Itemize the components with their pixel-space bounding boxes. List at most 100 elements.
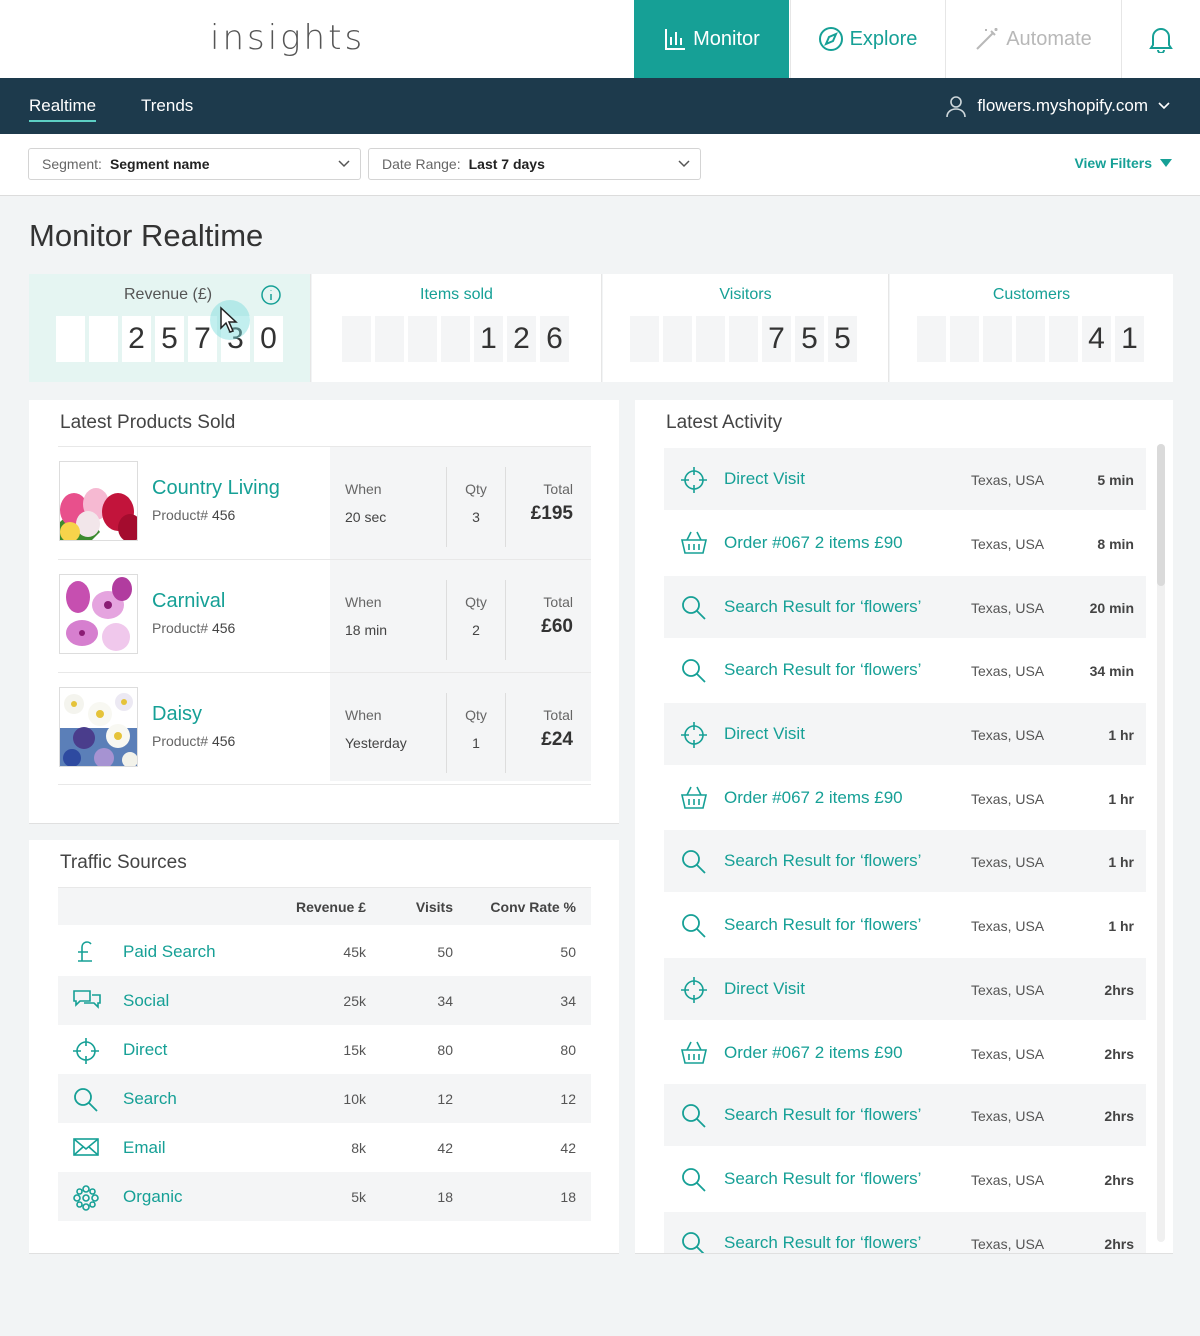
- activity-row[interactable]: Direct Visit Texas, USA 2hrs: [664, 958, 1146, 1020]
- activity-title[interactable]: Search Result for ‘flowers’: [724, 597, 921, 617]
- tab-realtime[interactable]: Realtime: [29, 96, 97, 122]
- view-filters-button[interactable]: View Filters: [1074, 155, 1172, 171]
- nav-automate[interactable]: Automate: [945, 0, 1120, 78]
- activity-title[interactable]: Search Result for ‘flowers’: [724, 851, 921, 871]
- activity-title[interactable]: Direct Visit: [724, 724, 805, 744]
- notifications-button[interactable]: [1121, 0, 1200, 78]
- traffic-source-name[interactable]: Paid Search: [123, 942, 216, 962]
- activity-row[interactable]: Direct Visit Texas, USA 5 min: [664, 448, 1146, 510]
- column-conv-rate: Conv Rate %: [490, 899, 576, 915]
- segment-select[interactable]: Segment: Segment name: [28, 148, 361, 180]
- activity-title[interactable]: Search Result for ‘flowers’: [724, 660, 921, 680]
- when-column: When 20 sec: [345, 463, 445, 543]
- activity-scrollbar[interactable]: [1157, 444, 1165, 1242]
- product-name[interactable]: Daisy: [152, 703, 202, 726]
- product-row[interactable]: Daisy Product# 456 When Yesterday Qty 1 …: [58, 672, 591, 785]
- when-label: When: [345, 707, 382, 723]
- search-icon: [680, 1166, 708, 1194]
- product-number: Product# 456: [152, 620, 235, 636]
- traffic-row[interactable]: Organic 5k 18 18: [58, 1172, 591, 1221]
- activity-title[interactable]: Search Result for ‘flowers’: [724, 1105, 921, 1125]
- kpi-revenue-label: Revenue (£): [124, 286, 213, 303]
- activity-title[interactable]: Order #067 2 items £90: [724, 788, 903, 808]
- digit: 0: [254, 316, 283, 362]
- activity-row[interactable]: Order #067 2 items £90 Texas, USA 8 min: [664, 512, 1146, 574]
- revenue-value: 25k: [343, 993, 366, 1009]
- revenue-value: 15k: [343, 1042, 366, 1058]
- kpi-items-sold-digits: 1 2 6: [342, 316, 569, 362]
- activity-row[interactable]: Search Result for ‘flowers’ Texas, USA 3…: [664, 639, 1146, 701]
- top-bar: insights Monitor Explore Automate: [0, 0, 1200, 78]
- activity-row[interactable]: Search Result for ‘flowers’ Texas, USA 1…: [664, 894, 1146, 956]
- activity-time: 2hrs: [1104, 1108, 1134, 1124]
- search-icon: [680, 1230, 708, 1253]
- conv-rate-value: 12: [560, 1091, 576, 1107]
- activity-row[interactable]: Search Result for ‘flowers’ Texas, USA 2…: [664, 576, 1146, 638]
- tab-trends[interactable]: Trends: [141, 96, 193, 116]
- activity-title[interactable]: Order #067 2 items £90: [724, 533, 903, 553]
- traffic-row[interactable]: Paid Search 45k 50 50: [58, 927, 591, 976]
- traffic-source-name[interactable]: Organic: [123, 1187, 183, 1207]
- traffic-source-name[interactable]: Email: [123, 1138, 166, 1158]
- traffic-source-name[interactable]: Social: [123, 991, 169, 1011]
- activity-location: Texas, USA: [971, 1108, 1045, 1124]
- activity-row[interactable]: Order #067 2 items £90 Texas, USA 2hrs: [664, 1022, 1146, 1084]
- nav-monitor[interactable]: Monitor: [634, 0, 789, 78]
- date-range-label: Date Range:: [382, 156, 461, 172]
- scrollbar-thumb[interactable]: [1157, 444, 1165, 586]
- traffic-sources-card: Traffic Sources Revenue £ Visits Conv Ra…: [29, 840, 619, 1254]
- date-range-value: Last 7 days: [468, 156, 545, 172]
- digit: 5: [795, 316, 824, 362]
- product-number-label: Product#: [152, 620, 209, 636]
- view-filters-label: View Filters: [1074, 155, 1152, 171]
- activity-title[interactable]: Order #067 2 items £90: [724, 1043, 903, 1063]
- traffic-row[interactable]: Social 25k 34 34: [58, 976, 591, 1025]
- bell-icon: [1148, 25, 1174, 53]
- kpi-customers: Customers 4 1: [890, 274, 1173, 382]
- activity-row[interactable]: Search Result for ‘flowers’ Texas, USA 2…: [664, 1084, 1146, 1146]
- activity-row[interactable]: Order #067 2 items £90 Texas, USA 1 hr: [664, 767, 1146, 829]
- activity-row[interactable]: Search Result for ‘flowers’ Texas, USA 1…: [664, 830, 1146, 892]
- user-icon: [945, 94, 967, 118]
- search-icon: [680, 657, 708, 685]
- activity-title[interactable]: Search Result for ‘flowers’: [724, 1169, 921, 1189]
- nav-explore[interactable]: Explore: [790, 0, 944, 78]
- visits-value: 50: [437, 944, 453, 960]
- total-column: Total £195: [506, 463, 573, 543]
- traffic-row[interactable]: Email 8k 42 42: [58, 1123, 591, 1172]
- traffic-source-name[interactable]: Direct: [123, 1040, 167, 1060]
- product-name[interactable]: Country Living: [152, 477, 280, 500]
- date-range-select[interactable]: Date Range: Last 7 days: [368, 148, 701, 180]
- when-value: 18 min: [345, 622, 388, 638]
- traffic-row[interactable]: Direct 15k 80 80: [58, 1025, 591, 1074]
- search-icon: [680, 912, 708, 940]
- conv-rate-value: 42: [560, 1140, 576, 1156]
- product-row[interactable]: Carnival Product# 456 When 18 min Qty 2 …: [58, 559, 591, 672]
- activity-location: Texas, USA: [971, 727, 1045, 743]
- total-label: Total: [543, 707, 573, 723]
- activity-title[interactable]: Search Result for ‘flowers’: [724, 1233, 921, 1253]
- activity-title[interactable]: Search Result for ‘flowers’: [724, 915, 921, 935]
- product-row[interactable]: Country Living Product# 456 When 20 sec …: [58, 446, 591, 559]
- activity-row[interactable]: Search Result for ‘flowers’ Texas, USA 2…: [664, 1212, 1146, 1253]
- kpi-items-sold: Items sold 1 2 6: [312, 274, 602, 382]
- when-column: When Yesterday: [345, 689, 445, 769]
- segment-value: Segment name: [109, 156, 210, 172]
- activity-time: 1 hr: [1108, 918, 1134, 934]
- traffic-source-name[interactable]: Search: [123, 1089, 177, 1109]
- traffic-row[interactable]: Search 10k 12 12: [58, 1074, 591, 1123]
- info-icon[interactable]: [260, 284, 282, 306]
- nav-explore-label: Explore: [849, 27, 918, 50]
- revenue-value: 8k: [351, 1140, 366, 1156]
- digit: [983, 316, 1012, 362]
- activity-title[interactable]: Direct Visit: [724, 979, 805, 999]
- conv-rate-value: 34: [560, 993, 576, 1009]
- store-selector[interactable]: flowers.myshopify.com: [945, 94, 1170, 118]
- activity-row[interactable]: Direct Visit Texas, USA 1 hr: [664, 703, 1146, 765]
- digit: [1049, 316, 1078, 362]
- conv-rate-value: 80: [560, 1042, 576, 1058]
- activity-title[interactable]: Direct Visit: [724, 469, 805, 489]
- activity-row[interactable]: Search Result for ‘flowers’ Texas, USA 2…: [664, 1148, 1146, 1210]
- digit: [408, 316, 437, 362]
- product-name[interactable]: Carnival: [152, 590, 225, 613]
